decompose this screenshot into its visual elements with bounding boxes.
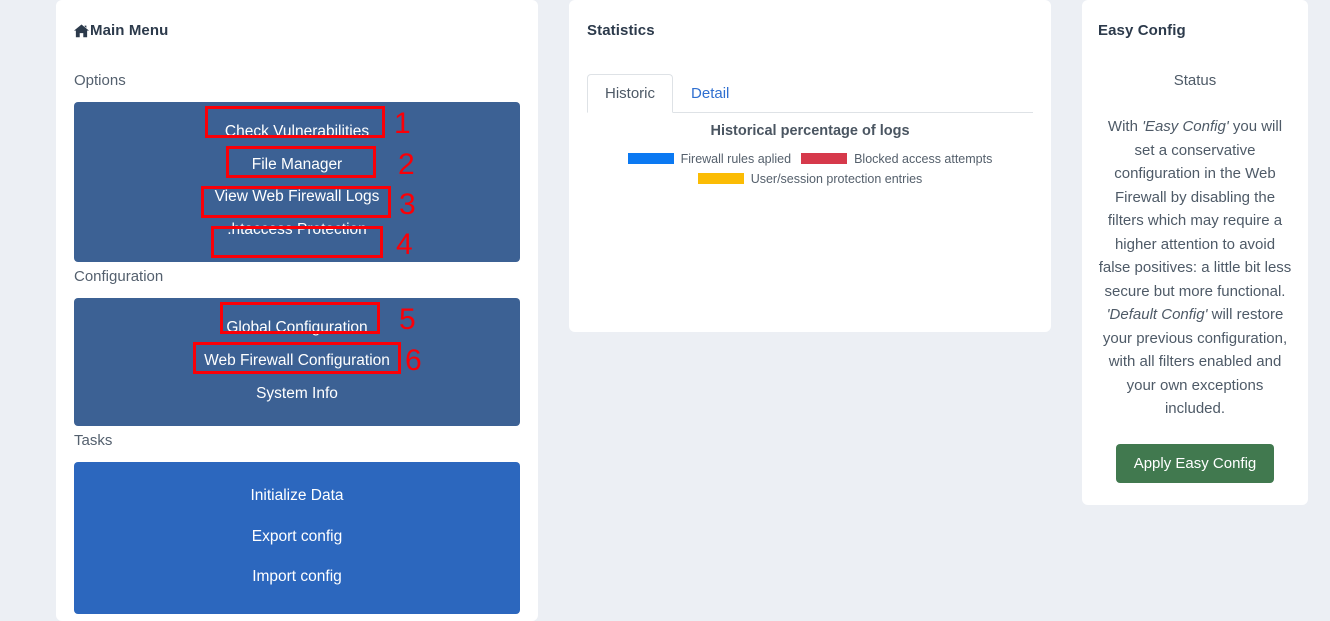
- legend-swatch-yellow: [697, 173, 744, 184]
- easy-config-status-label: Status: [1173, 72, 1217, 89]
- configuration-panel: Global Configuration Web Firewall Config…: [74, 298, 520, 427]
- menu-item-htaccess-protection[interactable]: .htaccess Protection: [74, 214, 520, 247]
- statistics-card: Statistics Historic Detail Historical pe…: [569, 0, 1051, 332]
- tab-detail[interactable]: Detail: [673, 74, 747, 113]
- section-label-tasks: Tasks: [74, 432, 113, 450]
- menu-item-web-firewall-configuration[interactable]: Web Firewall Configuration: [74, 345, 520, 378]
- easy-config-text-1: With: [1107, 118, 1143, 135]
- menu-item-initialize-data[interactable]: Initialize Data: [74, 476, 520, 517]
- menu-item-export-config[interactable]: Export config: [74, 517, 520, 558]
- legend-swatch-blue: [627, 153, 674, 164]
- easy-config-em-2: 'Default Config': [1106, 306, 1208, 323]
- menu-item-file-manager[interactable]: File Manager: [74, 149, 520, 182]
- chart-container: Historical percentage of logs Firewall r…: [587, 113, 1033, 322]
- legend-swatch-red: [801, 153, 848, 164]
- section-label-configuration: Configuration: [74, 268, 164, 286]
- menu-item-check-vulnerabilities[interactable]: Check Vulnerabilities: [74, 116, 520, 149]
- page-title: Main Menu: [90, 22, 169, 39]
- legend-item-blocked-access-attempts[interactable]: Blocked access attempts: [801, 152, 992, 166]
- chart-legend-row-2: User/session protection entries: [587, 172, 1033, 186]
- legend-label-blocked-access-attempts: Blocked access attempts: [854, 151, 993, 166]
- main-menu-card: Main Menu Options Check Vulnerabilities …: [56, 0, 538, 621]
- section-label-options: Options: [74, 72, 126, 89]
- chart-title: Historical percentage of logs: [710, 122, 910, 139]
- statistics-tabs: Historic Detail: [587, 74, 1033, 113]
- app-root: Main Menu Options Check Vulnerabilities …: [0, 0, 1330, 621]
- legend-label-firewall-rules-aplied: Firewall rules aplied: [680, 151, 792, 166]
- options-panel: Check Vulnerabilities File Manager View …: [74, 102, 520, 263]
- tasks-panel: Initialize Data Export config Import con…: [74, 462, 520, 614]
- legend-item-firewall-rules-aplied[interactable]: Firewall rules aplied: [627, 151, 792, 166]
- menu-item-system-info[interactable]: System Info: [74, 378, 520, 411]
- chart-legend-row-1: Firewall rules aplied Blocked access att…: [587, 152, 1033, 166]
- legend-label-user-session-protection-entries: User/session protection entries: [750, 171, 923, 186]
- menu-item-import-config[interactable]: Import config: [74, 557, 520, 598]
- home-icon: [74, 23, 89, 38]
- menu-item-view-web-firewall-logs[interactable]: View Web Firewall Logs: [74, 181, 520, 214]
- main-menu-header: Main Menu: [74, 22, 520, 39]
- apply-easy-config-button[interactable]: Apply Easy Config: [1115, 443, 1275, 483]
- easy-config-title: Easy Config: [1098, 22, 1186, 39]
- easy-config-description: With 'Easy Config' you will set a conser…: [1098, 115, 1292, 421]
- chart-plot-area: [587, 192, 1033, 322]
- easy-config-em-1: 'Easy Config': [1142, 118, 1229, 135]
- legend-item-user-session-protection-entries[interactable]: User/session protection entries: [697, 171, 923, 186]
- tab-historic[interactable]: Historic: [587, 74, 674, 113]
- statistics-title: Statistics: [587, 22, 655, 39]
- easy-config-text-2: you will set a conservative configuratio…: [1098, 118, 1292, 300]
- menu-item-global-configuration[interactable]: Global Configuration: [74, 312, 520, 345]
- easy-config-card: Easy Config Status With 'Easy Config' yo…: [1082, 0, 1308, 505]
